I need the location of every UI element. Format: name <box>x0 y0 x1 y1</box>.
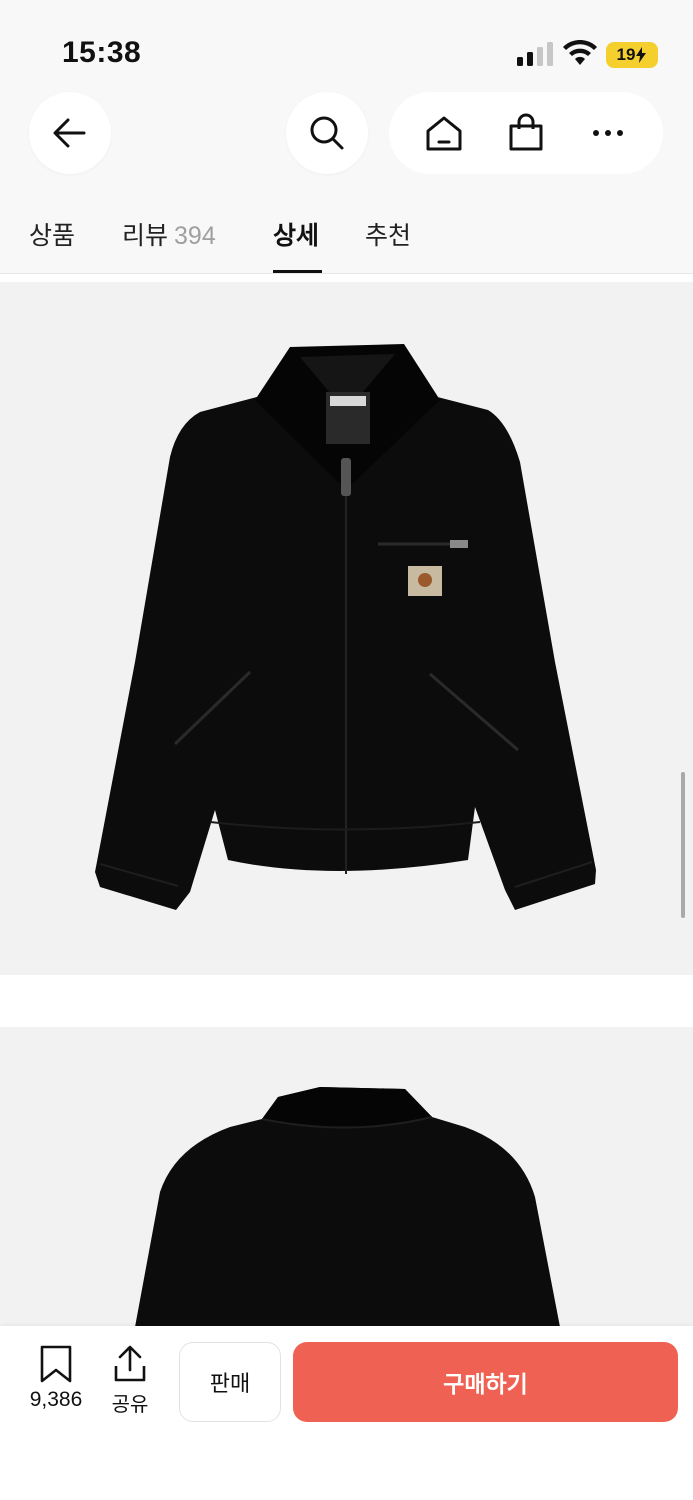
tab-review[interactable]: 리뷰 394 <box>122 216 216 252</box>
buy-button-label: 구매하기 <box>443 1372 528 1398</box>
status-bar: 15:38 19 <box>0 0 693 100</box>
search-button[interactable] <box>286 92 368 174</box>
search-icon <box>310 116 344 150</box>
share-button[interactable]: 공유 <box>100 1344 160 1417</box>
review-count: 394 <box>174 222 216 250</box>
bookmark-button[interactable]: 9,386 <box>22 1344 90 1412</box>
charging-bolt-icon <box>636 47 647 63</box>
battery-charging-icon: 19 <box>606 42 658 68</box>
bookmark-count: 9,386 <box>29 1388 83 1411</box>
product-tabs: 상품 리뷰 394 상세 추천 <box>0 190 693 274</box>
back-button[interactable] <box>29 92 111 174</box>
nav-action-group <box>389 92 663 174</box>
more-button[interactable] <box>578 103 638 163</box>
bookmark-icon <box>40 1345 72 1383</box>
jacket-back-image <box>135 1087 560 1327</box>
sell-button-label: 판매 <box>209 1372 251 1397</box>
bottom-action-bar: 9,386 공유 판매 구매하기 <box>0 1326 693 1500</box>
cellular-signal-icon <box>517 42 553 66</box>
tab-label: 상세 <box>273 221 320 250</box>
tab-label: 상품 <box>29 221 76 250</box>
content-spacer <box>0 274 693 282</box>
sell-button[interactable]: 판매 <box>179 1342 281 1422</box>
tab-product[interactable]: 상품 <box>29 216 75 252</box>
jacket-front-image <box>95 344 596 910</box>
product-image-front <box>0 282 693 975</box>
buy-button[interactable]: 구매하기 <box>293 1342 678 1422</box>
tab-label: 리뷰 <box>122 221 169 250</box>
wifi-icon <box>563 40 597 65</box>
back-arrow-icon <box>53 118 86 148</box>
home-icon <box>426 116 462 151</box>
tab-detail[interactable]: 상세 <box>273 216 319 252</box>
share-icon <box>114 1345 146 1382</box>
more-dots-icon <box>593 130 623 136</box>
scroll-indicator[interactable] <box>681 772 685 918</box>
product-image-back <box>0 1027 693 1327</box>
tab-recommend[interactable]: 추천 <box>365 216 411 252</box>
share-label: 공유 <box>111 1392 149 1416</box>
cart-button[interactable] <box>496 103 556 163</box>
tab-label: 추천 <box>365 221 412 250</box>
status-time: 15:38 <box>62 36 142 69</box>
top-navigation <box>0 90 693 190</box>
battery-level: 19 <box>616 45 636 64</box>
shopping-bag-icon <box>509 113 543 151</box>
home-button[interactable] <box>414 103 474 163</box>
active-tab-indicator <box>273 270 322 273</box>
